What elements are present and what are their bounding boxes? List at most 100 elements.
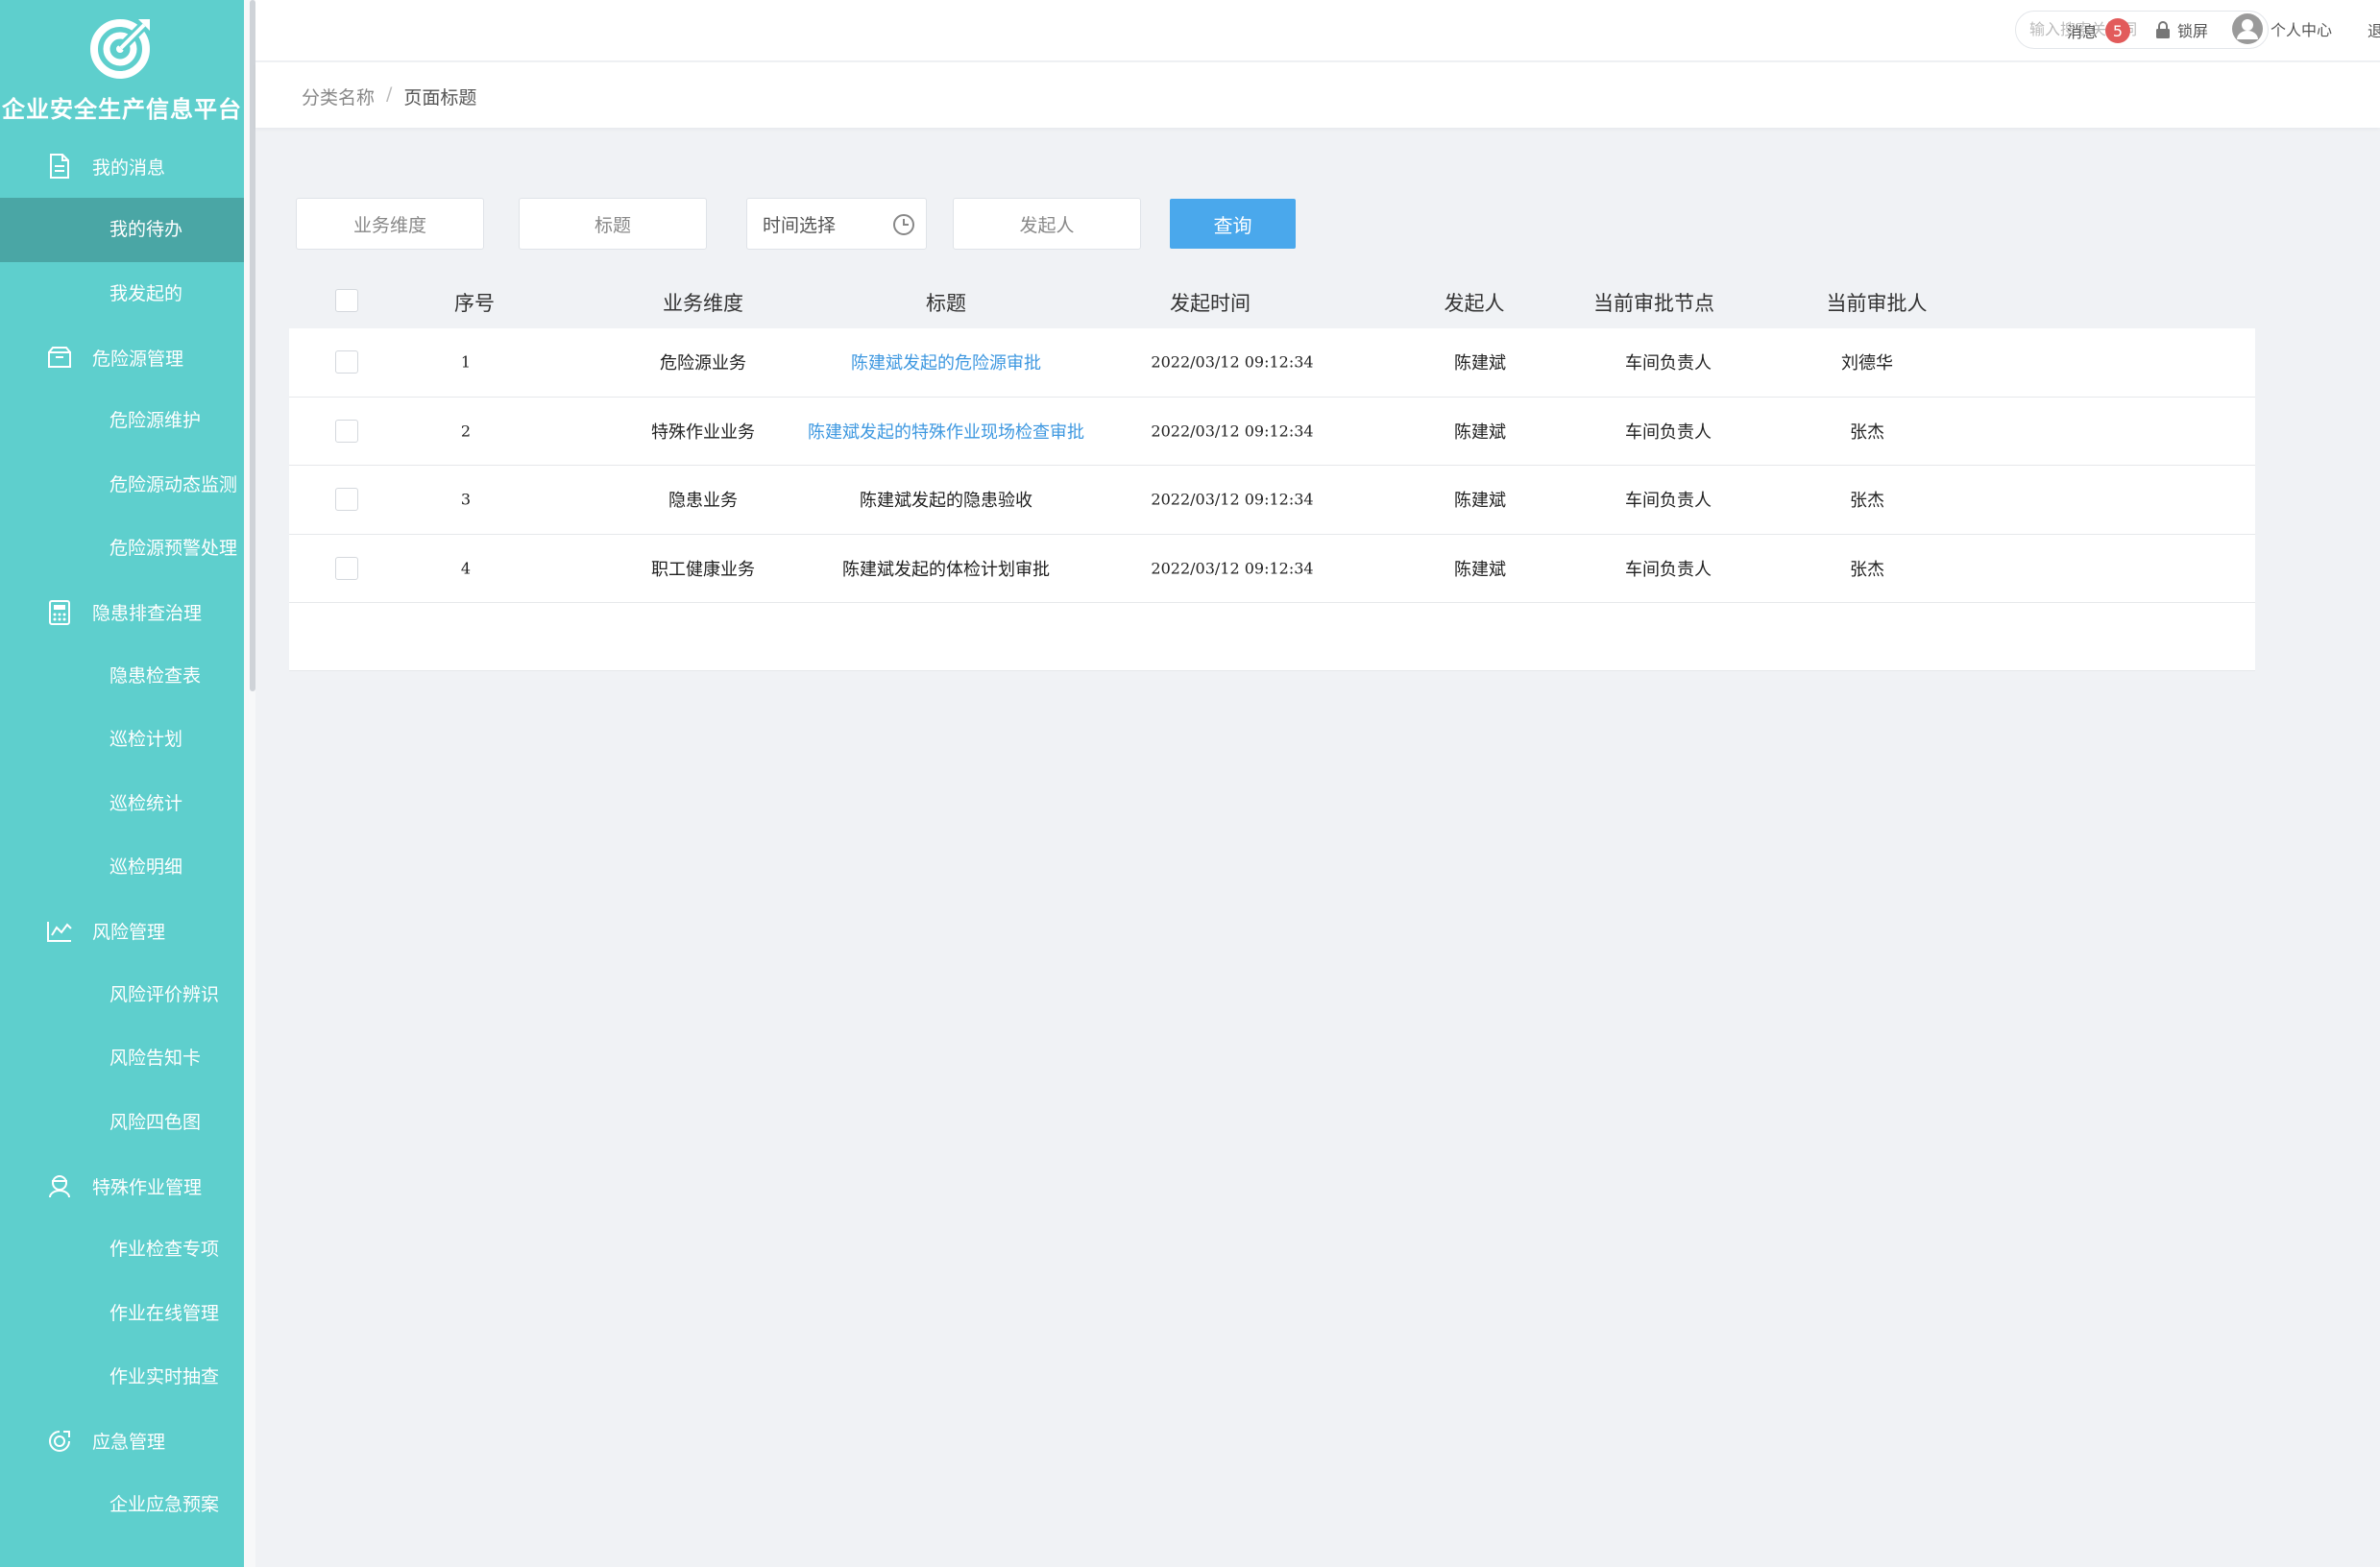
sidebar-group-label: 危险源管理 — [92, 348, 184, 370]
time-picker[interactable]: 时间选择 — [746, 198, 927, 250]
search-box — [2015, 11, 2269, 49]
cell-initiator: 陈建斌 — [1454, 559, 1506, 580]
sidebar-group-0[interactable]: 我的消息 — [0, 134, 244, 198]
sidebar-item[interactable]: 企业应急预案 — [0, 1473, 244, 1537]
sidebar-item[interactable]: 我发起的 — [0, 262, 244, 326]
sidebar-group-label: 应急管理 — [92, 1432, 166, 1453]
user-center-label: 个人中心 — [2271, 21, 2333, 39]
table-row[interactable]: 2 特殊作业业务 陈建斌发起的特殊作业现场检查审批 2022/03/12 09:12:… — [289, 397, 2255, 466]
row-checkbox[interactable] — [335, 350, 358, 374]
column-header-no: 序号 — [454, 292, 495, 315]
worker-icon — [46, 1172, 73, 1199]
table-header: 序号 业务维度 标题 发起时间 发起人 当前审批节点 当前审批人 — [289, 275, 2255, 328]
lock-icon — [2156, 21, 2170, 38]
column-header-node: 当前审批节点 — [1593, 292, 1714, 315]
sidebar-item[interactable]: 巡检计划 — [0, 708, 244, 772]
messages-label: 消息 — [2067, 23, 2099, 41]
title-filter-input[interactable]: 标题 — [519, 198, 707, 250]
business-filter-input[interactable]: 业务维度 — [296, 198, 484, 250]
breadcrumb: 分类名称 / 页面标题 — [302, 84, 476, 109]
cell-title[interactable]: 陈建斌发起的特殊作业现场检查审批 — [808, 419, 1084, 444]
sidebar-group-label: 特殊作业管理 — [92, 1176, 203, 1198]
row-checkbox[interactable] — [335, 419, 358, 443]
cell-time: 2022/03/12 09:12:34 — [1151, 559, 1314, 578]
query-button[interactable]: 查询 — [1170, 199, 1296, 249]
sidebar-item[interactable]: 隐患检查表 — [0, 644, 244, 709]
sidebar-group-label: 风险管理 — [92, 922, 166, 943]
row-checkbox[interactable] — [335, 488, 358, 512]
cell-business: 特殊作业业务 — [651, 422, 755, 443]
cell-business: 职工健康业务 — [651, 559, 755, 580]
sidebar-group-1[interactable]: 危险源管理 — [0, 325, 244, 389]
sidebar-item[interactable]: 危险源维护 — [0, 389, 244, 453]
lock-screen-button[interactable]: 锁屏 — [2154, 18, 2208, 41]
select-all-checkbox[interactable] — [335, 289, 358, 312]
cell-approver: 张杰 — [1850, 422, 1884, 443]
emergency-icon — [46, 1428, 73, 1455]
top-bar — [255, 0, 2380, 61]
cell-approver: 张杰 — [1850, 491, 1884, 512]
breadcrumb-current-page: 页面标题 — [403, 87, 477, 108]
sidebar-item[interactable]: 巡检统计 — [0, 772, 244, 836]
cell-no: 4 — [460, 559, 472, 578]
row-checkbox[interactable] — [335, 556, 358, 580]
brand: 企业安全生产信息平台 — [0, 0, 244, 134]
breadcrumb-category[interactable]: 分类名称 — [302, 84, 375, 109]
column-header-approver: 当前审批人 — [1826, 292, 1928, 315]
table-row[interactable]: 1 危险源业务 陈建斌发起的危险源审批 2022/03/12 09:12:34 陈建斌 车… — [289, 328, 2255, 398]
cell-initiator: 陈建斌 — [1454, 491, 1506, 512]
document-icon — [46, 153, 73, 180]
clock-icon — [893, 214, 914, 235]
cell-node: 车间负责人 — [1625, 422, 1712, 443]
cell-time: 2022/03/12 09:12:34 — [1151, 490, 1314, 509]
cell-approver: 刘德华 — [1841, 353, 1893, 374]
target-logo-icon — [90, 19, 150, 79]
sidebar-item[interactable]: 风险四色图 — [0, 1091, 244, 1155]
sidebar-item[interactable]: 危险源动态监测 — [0, 453, 244, 518]
messages-button[interactable]: 消息 5 — [2067, 18, 2131, 43]
cell-business: 隐患业务 — [668, 491, 738, 512]
sidebar-group-2[interactable]: 隐患排查治理 — [0, 581, 244, 644]
app-title: 企业安全生产信息平台 — [2, 96, 242, 123]
calculator-icon — [46, 599, 73, 626]
sidebar-item[interactable]: 我的待办 — [0, 198, 244, 262]
sidebar-group-4[interactable]: 特殊作业管理 — [0, 1154, 244, 1217]
sidebar-item[interactable]: 危险源预警处理 — [0, 517, 244, 581]
cell-initiator: 陈建斌 — [1454, 353, 1506, 374]
sidebar-item[interactable]: 作业实时抽查 — [0, 1345, 244, 1410]
cell-initiator: 陈建斌 — [1454, 422, 1506, 443]
sidebar: 企业安全生产信息平台 我的消息 我的待办 我发起的危险源管理危险源维护 危险源动态监测… — [0, 0, 244, 1567]
time-picker-label: 时间选择 — [763, 214, 837, 236]
sidebar-group-label: 隐患排查治理 — [92, 603, 203, 624]
user-center-button[interactable]: 个人中心 — [2232, 13, 2332, 44]
avatar-icon — [2232, 13, 2263, 44]
sidebar-item[interactable]: 作业在线管理 — [0, 1282, 244, 1346]
sidebar-item[interactable]: 风险告知卡 — [0, 1026, 244, 1091]
cell-time: 2022/03/12 09:12:34 — [1151, 422, 1314, 441]
table-row[interactable]: 3 隐患业务 陈建斌发起的隐患验收 2022/03/12 09:12:34 陈建斌 车间负… — [289, 466, 2255, 535]
chart-icon — [46, 918, 73, 945]
sidebar-nav: 我的消息 我的待办 我发起的危险源管理危险源维护 危险源动态监测 危险源预警处理隐患排查… — [0, 134, 244, 1536]
table-row[interactable]: 4 职工健康业务 陈建斌发起的体检计划审批 2022/03/12 09:12:34 陈建… — [289, 534, 2255, 603]
sidebar-group-5[interactable]: 应急管理 — [0, 1410, 244, 1473]
cell-node: 车间负责人 — [1625, 353, 1712, 374]
cell-title[interactable]: 陈建斌发起的危险源审批 — [851, 350, 1041, 374]
initiator-filter-input[interactable]: 发起人 — [953, 198, 1141, 250]
cell-business: 危险源业务 — [660, 353, 746, 374]
sidebar-item[interactable]: 巡检明细 — [0, 835, 244, 900]
cell-no: 3 — [460, 490, 472, 509]
sidebar-group-3[interactable]: 风险管理 — [0, 900, 244, 963]
logout-button[interactable]: 退 — [2368, 18, 2380, 41]
column-header-title: 标题 — [926, 292, 966, 315]
cell-title: 陈建斌发起的体检计划审批 — [842, 559, 1050, 580]
cell-no: 2 — [460, 422, 472, 441]
column-header-time: 发起时间 — [1170, 292, 1251, 315]
column-header-business: 业务维度 — [663, 292, 743, 315]
breadcrumb-bar: 分类名称 / 页面标题 — [255, 62, 2380, 128]
sidebar-item[interactable]: 作业检查专项 — [0, 1217, 244, 1282]
cell-node: 车间负责人 — [1625, 559, 1712, 580]
breadcrumb-separator: / — [386, 84, 393, 105]
sidebar-item[interactable]: 风险评价辨识 — [0, 963, 244, 1027]
cell-approver: 张杰 — [1850, 559, 1884, 580]
box-icon — [46, 344, 73, 371]
